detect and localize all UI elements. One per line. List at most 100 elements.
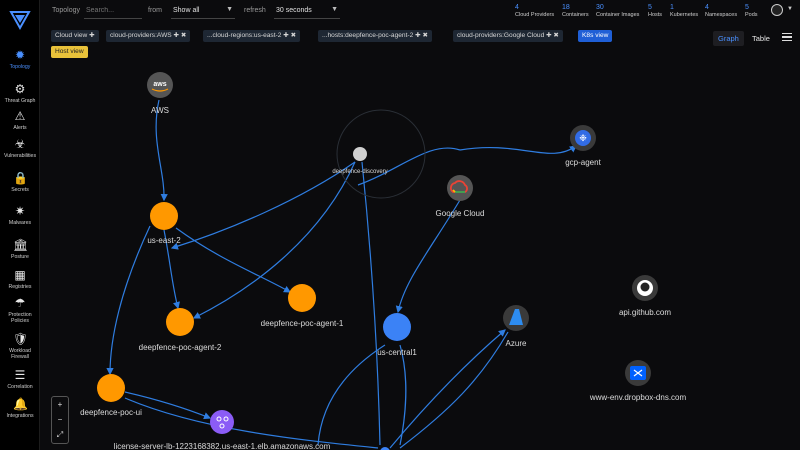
- vulnerabilities-icon: ☣: [14, 137, 26, 151]
- nav-item-correlation[interactable]: ☰ Correlation: [0, 368, 40, 390]
- integrations-icon: 🔔: [13, 397, 28, 411]
- from-select[interactable]: Show all ▼: [171, 3, 235, 19]
- host-view-button[interactable]: Host view: [51, 46, 88, 58]
- license-lb-node[interactable]: [210, 410, 234, 434]
- stat-cloud-providers[interactable]: 4 Cloud Providers: [515, 4, 554, 19]
- chip-cloud-regions-us-east-2[interactable]: ...cloud-regions:us-east-2 ✚ ✖: [203, 30, 301, 42]
- stat-containers[interactable]: 18 Containers: [562, 4, 589, 19]
- graph-edges: [106, 99, 577, 449]
- nav-item-topology[interactable]: ✹ Topology: [0, 48, 40, 70]
- dropbox-label: www-env.dropbox-dns.com: [589, 393, 687, 402]
- nav-item-vulnerabilities[interactable]: ☣ Vulnerabilities: [0, 137, 40, 159]
- top-bar: Topology from Show all ▼ refresh 30 seco…: [40, 0, 800, 24]
- edge-googlecloud-gcpagent: [459, 145, 577, 154]
- github-node[interactable]: [632, 275, 658, 301]
- stat-namespaces[interactable]: 4 Namespaces: [705, 4, 737, 19]
- nav-label: Secrets: [11, 187, 29, 193]
- chip-hosts-deepfence-poc-agent-2[interactable]: ...hosts:deepfence-poc-agent-2 ✚ ✖: [318, 30, 432, 42]
- alerts-icon: ⚠: [14, 109, 26, 123]
- zoom-in-icon[interactable]: +: [52, 397, 68, 412]
- nav-item-alerts[interactable]: ⚠ Alerts: [0, 109, 40, 131]
- nav-item-secrets[interactable]: 🔒 Secrets: [0, 171, 40, 193]
- google-cloud-label: Google Cloud: [436, 209, 485, 218]
- refresh-label: refresh: [244, 7, 266, 14]
- chip-cloud-view[interactable]: Cloud view ✚: [51, 30, 99, 42]
- chevron-down-icon[interactable]: ▼: [787, 6, 793, 12]
- zoom-controls: + − ⤢: [51, 396, 69, 444]
- edge-pocui-bottom: [124, 397, 379, 449]
- edge-googlecloud-discovery: [357, 147, 461, 186]
- gcp-agent-label: gcp-agent: [565, 158, 601, 167]
- table-view-tab[interactable]: Table: [747, 31, 775, 46]
- menu-icon[interactable]: [782, 33, 792, 41]
- from-label: from: [148, 7, 162, 14]
- nav-item-protection-policies[interactable]: ☂ Protection Policies: [0, 296, 40, 324]
- stat-kubernetes[interactable]: 1 Kubernetes: [670, 4, 698, 19]
- google-cloud-node[interactable]: [447, 175, 473, 201]
- nav-item-threat-graph[interactable]: ⚙ Threat Graph: [0, 82, 40, 104]
- deepfence-logo-icon[interactable]: [9, 9, 31, 31]
- edge-useast2-agent1: [175, 227, 292, 293]
- github-label: api.github.com: [619, 308, 671, 317]
- svg-text:❉: ❉: [579, 133, 587, 143]
- search-input[interactable]: [84, 3, 142, 19]
- poc-ui-label: deepfence-poc-ui: [80, 408, 142, 417]
- dropbox-node[interactable]: [625, 360, 651, 386]
- nav-item-integrations[interactable]: 🔔 Integrations: [0, 397, 40, 419]
- edge-discovery-useast2: [170, 161, 356, 250]
- chip-cloud-providers-aws[interactable]: cloud-providers:AWS ✚ ✖: [106, 30, 191, 42]
- k8s-view-button[interactable]: K8s view: [578, 30, 613, 42]
- registries-icon: ▦: [14, 268, 26, 282]
- license-lb-label: license-server-lb-1223168382.us-east-1.e…: [114, 442, 331, 450]
- nav-label: Integrations: [6, 413, 34, 419]
- nav-label: Threat Graph: [4, 98, 36, 104]
- topology-icon: ✹: [14, 48, 26, 62]
- stat-hosts[interactable]: 5 Hosts: [648, 4, 662, 19]
- secrets-icon: 🔒: [13, 171, 28, 185]
- user-avatar[interactable]: [771, 4, 783, 16]
- stat-pods[interactable]: 5 Pods: [745, 4, 758, 19]
- nav-label: Malwares: [8, 220, 32, 226]
- us-central1-node[interactable]: [383, 313, 411, 341]
- azure-node[interactable]: [503, 305, 529, 331]
- nav-label: Protection Policies: [8, 312, 32, 324]
- edge-aws-useast2: [155, 99, 168, 202]
- protection-policies-icon: ☂: [14, 296, 26, 310]
- fit-to-screen-icon[interactable]: ⤢: [52, 427, 68, 442]
- us-central1-label: us-central1: [377, 348, 417, 357]
- edge-discovery-down: [361, 161, 381, 446]
- nav-label: Correlation: [7, 384, 33, 390]
- aws-icon: aws: [153, 81, 166, 88]
- zoom-out-icon[interactable]: −: [52, 412, 68, 427]
- nav-item-posture[interactable]: 🏛 Posture: [0, 238, 40, 260]
- azure-label: Azure: [506, 339, 527, 348]
- nav-label: Topology: [9, 64, 31, 70]
- nav-item-malwares[interactable]: ✷ Malwares: [0, 204, 40, 226]
- discovery-node[interactable]: [353, 147, 367, 161]
- us-east-2-node[interactable]: [150, 202, 178, 230]
- chevron-down-icon: ▼: [226, 6, 233, 13]
- discovery-label: deepfence-discovery: [332, 169, 387, 175]
- nav-label: Alerts: [13, 125, 27, 131]
- agent-1-node[interactable]: [288, 284, 316, 312]
- workload-firewall-icon: 🛡: [13, 332, 29, 346]
- topology-graph[interactable]: deepfence-discovery aws AWS ❉ gcp-agent …: [40, 60, 800, 450]
- poc-ui-node[interactable]: [97, 374, 125, 402]
- agent-1-label: deepfence-poc-agent-1: [261, 319, 344, 328]
- malwares-icon: ✷: [14, 204, 26, 218]
- graph-view-tab[interactable]: Graph: [713, 31, 744, 46]
- stat-container-images[interactable]: 30 Container Images: [596, 4, 639, 19]
- gcp-agent-node[interactable]: ❉: [570, 125, 596, 151]
- agent-2-node[interactable]: [166, 308, 194, 336]
- refresh-select[interactable]: 30 seconds ▼: [274, 3, 340, 19]
- from-value: Show all: [173, 7, 200, 14]
- nav-item-workload-firewall[interactable]: 🛡 Workload Firewall: [0, 332, 40, 360]
- aws-node[interactable]: aws: [147, 72, 173, 98]
- refresh-value: 30 seconds: [276, 7, 312, 14]
- nav-label: Workload Firewall: [9, 348, 31, 360]
- threat-graph-icon: ⚙: [14, 82, 26, 96]
- chip-cloud-providers-google-cloud[interactable]: cloud-providers:Google Cloud ✚ ✖: [453, 30, 563, 42]
- nav-item-registries[interactable]: ▦ Registries: [0, 268, 40, 290]
- us-east-2-label: us-east-2: [147, 236, 181, 245]
- topology-label: Topology: [52, 7, 81, 14]
